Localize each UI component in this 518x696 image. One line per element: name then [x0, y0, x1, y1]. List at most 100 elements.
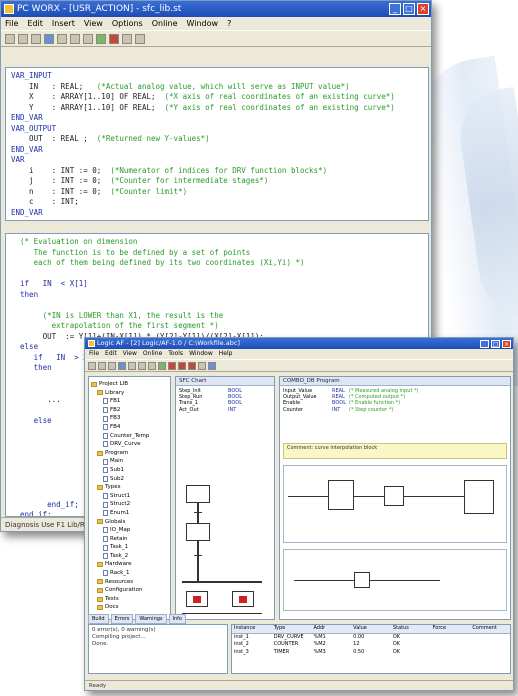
- column-header[interactable]: Instance: [232, 625, 272, 633]
- table-row[interactable]: inst_2 COUNTER %M2 12 OK: [232, 641, 510, 649]
- menu-item[interactable]: View: [84, 17, 103, 30]
- tree-item[interactable]: Task_1: [91, 543, 168, 552]
- online-icon[interactable]: [208, 362, 216, 370]
- menu-item[interactable]: Tools: [168, 349, 183, 359]
- tree-item[interactable]: Task_2: [91, 552, 168, 561]
- output-tab[interactable]: Errors: [110, 614, 134, 624]
- tree-item[interactable]: Tests: [91, 595, 168, 604]
- tree-item[interactable]: Sub2: [91, 475, 168, 484]
- sfc-action-block[interactable]: [232, 590, 254, 607]
- stop-icon[interactable]: [168, 362, 176, 370]
- menu-item[interactable]: Options: [112, 17, 143, 30]
- menu-item[interactable]: Online: [152, 17, 178, 30]
- tree-item[interactable]: FB4: [91, 423, 168, 432]
- table-row[interactable]: inst_1 DRV_CURVE %M1 0.00 OK: [232, 634, 510, 642]
- menu-item[interactable]: Online: [143, 349, 162, 359]
- tree-item[interactable]: Enum1: [91, 509, 168, 518]
- sfc-step[interactable]: [186, 484, 210, 503]
- run-icon[interactable]: [158, 362, 166, 370]
- tree-item[interactable]: Types: [91, 483, 168, 492]
- step-icon[interactable]: [188, 362, 196, 370]
- new-icon[interactable]: [5, 34, 15, 44]
- tree-item[interactable]: Retain: [91, 535, 168, 544]
- sfc-transition[interactable]: [194, 554, 202, 557]
- code-editor-titlebar[interactable]: PC WORX - [USR_ACTION] - sfc_lib.st _ □ …: [1, 1, 431, 17]
- sfc-step[interactable]: [186, 522, 210, 541]
- comment-box[interactable]: Comment: curve interpolation block: [283, 443, 507, 459]
- maximize-button[interactable]: □: [403, 3, 415, 15]
- tree-item[interactable]: Program: [91, 449, 168, 458]
- tree-item[interactable]: Struct1: [91, 492, 168, 501]
- sfc-editor-pane[interactable]: SFC Chart Step_Init BOOL Step_Run BOOL Trans…: [175, 376, 275, 620]
- tree-item[interactable]: Resources: [91, 578, 168, 587]
- menu-item[interactable]: Edit: [27, 17, 43, 30]
- tree-item[interactable]: Library: [91, 389, 168, 398]
- find-icon[interactable]: [122, 34, 132, 44]
- tree-item[interactable]: Configuration: [91, 586, 168, 595]
- close-button[interactable]: ×: [417, 3, 429, 15]
- sfc-transition[interactable]: [194, 511, 202, 514]
- function-block[interactable]: [328, 480, 354, 510]
- tree-item[interactable]: FB1: [91, 397, 168, 406]
- column-header[interactable]: Status: [391, 625, 431, 633]
- run-icon[interactable]: [96, 34, 106, 44]
- menu-item[interactable]: File: [5, 17, 18, 30]
- save-icon[interactable]: [108, 362, 116, 370]
- cut-icon[interactable]: [128, 362, 136, 370]
- new-icon[interactable]: [88, 362, 96, 370]
- cut-icon[interactable]: [57, 34, 67, 44]
- breakpoint-icon[interactable]: [178, 362, 186, 370]
- compile-icon[interactable]: [118, 362, 126, 370]
- tree-item[interactable]: Rack_1: [91, 569, 168, 578]
- tree-item[interactable]: Project LIB: [91, 380, 168, 389]
- zoom-icon[interactable]: [198, 362, 206, 370]
- copy-icon[interactable]: [138, 362, 146, 370]
- tree-item[interactable]: Counter_Temp: [91, 432, 168, 441]
- help-icon[interactable]: [135, 34, 145, 44]
- tree-item[interactable]: FB3: [91, 414, 168, 423]
- compile-icon[interactable]: [44, 34, 54, 44]
- menu-item[interactable]: Window: [189, 349, 213, 359]
- program-editor-pane[interactable]: COMBO_DB Program Input_Value REAL (* Measu…: [279, 376, 511, 620]
- column-header[interactable]: Comment: [470, 625, 510, 633]
- menu-item[interactable]: View: [123, 349, 137, 359]
- paste-icon[interactable]: [148, 362, 156, 370]
- column-header[interactable]: Force: [431, 625, 471, 633]
- function-block[interactable]: [354, 572, 370, 588]
- column-header[interactable]: Addr: [311, 625, 351, 633]
- open-icon[interactable]: [18, 34, 28, 44]
- tree-item[interactable]: IO_Map: [91, 526, 168, 535]
- save-icon[interactable]: [31, 34, 41, 44]
- tree-item[interactable]: Sub1: [91, 466, 168, 475]
- sfc-action-block[interactable]: [186, 590, 208, 607]
- ide-titlebar[interactable]: Logic AF - [2] Logic/AF-1.0 / C:\Workfil…: [85, 338, 513, 349]
- table-row[interactable]: inst_3 TIMER %M3 0.50 OK: [232, 649, 510, 657]
- tree-item[interactable]: Hardware: [91, 560, 168, 569]
- declaration-editor[interactable]: VAR_INPUT IN : REAL; (*Actual analog val…: [5, 67, 429, 221]
- output-tab[interactable]: Build: [88, 614, 109, 624]
- tree-item[interactable]: Docs: [91, 603, 168, 612]
- open-icon[interactable]: [98, 362, 106, 370]
- close-button[interactable]: ×: [502, 340, 511, 348]
- menu-item[interactable]: Window: [187, 17, 219, 30]
- output-tab[interactable]: Warnings: [135, 614, 167, 624]
- maximize-button[interactable]: □: [491, 340, 500, 348]
- function-block[interactable]: [464, 480, 494, 514]
- paste-icon[interactable]: [83, 34, 93, 44]
- project-tree[interactable]: Project LIB Library FB1 FB2 FB3 FB4 Counter_Te…: [88, 376, 171, 620]
- tree-item[interactable]: Main: [91, 457, 168, 466]
- tree-item[interactable]: FB2: [91, 406, 168, 415]
- variable-row[interactable]: Counter INT (* Step counter *): [283, 407, 507, 413]
- menu-item[interactable]: ?: [227, 17, 231, 30]
- menu-item[interactable]: File: [89, 349, 99, 359]
- minimize-button[interactable]: _: [480, 340, 489, 348]
- minimize-button[interactable]: _: [389, 3, 401, 15]
- tree-item[interactable]: DRV_Curve: [91, 440, 168, 449]
- function-block[interactable]: [384, 486, 404, 506]
- tree-item[interactable]: Globals: [91, 518, 168, 527]
- column-header[interactable]: Type: [272, 625, 312, 633]
- copy-icon[interactable]: [70, 34, 80, 44]
- output-tab[interactable]: Info: [168, 614, 186, 624]
- tree-item[interactable]: Struct2: [91, 500, 168, 509]
- column-header[interactable]: Value: [351, 625, 391, 633]
